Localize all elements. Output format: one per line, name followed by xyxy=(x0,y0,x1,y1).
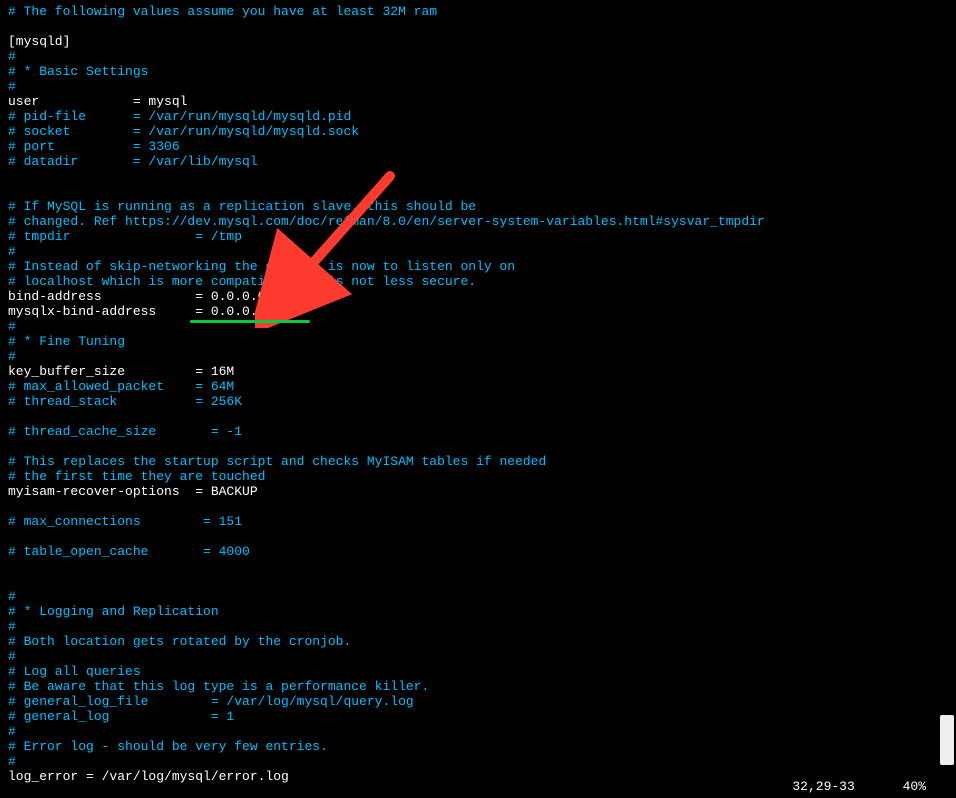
editor-line: # changed. Ref https://dev.mysql.com/doc… xyxy=(8,214,948,229)
editor-line: # * Fine Tuning xyxy=(8,334,948,349)
editor-line: myisam-recover-options = BACKUP xyxy=(8,484,948,499)
editor-line: # general_log = 1 xyxy=(8,709,948,724)
editor-line: # Be aware that this log type is a perfo… xyxy=(8,679,948,694)
text-cursor: 0 xyxy=(258,304,266,319)
editor-line: # Error log - should be very few entries… xyxy=(8,739,948,754)
editor-line: mysqlx-bind-address = 0.0.0.0 xyxy=(8,304,948,319)
editor-line xyxy=(8,499,948,514)
editor-line: # Instead of skip-networking the default… xyxy=(8,259,948,274)
editor-line: # xyxy=(8,754,948,769)
editor-line xyxy=(8,169,948,184)
editor-line: # xyxy=(8,619,948,634)
editor-line: # xyxy=(8,724,948,739)
editor-line: # socket = /var/run/mysqld/mysqld.sock xyxy=(8,124,948,139)
scroll-percent: 40% xyxy=(903,779,926,794)
vim-status-bar: 32,29-33 40% xyxy=(792,779,926,794)
editor-line: user = mysql xyxy=(8,94,948,109)
editor-line: # Both location gets rotated by the cron… xyxy=(8,634,948,649)
editor-line: # table_open_cache = 4000 xyxy=(8,544,948,559)
editor-line: # pid-file = /var/run/mysqld/mysqld.pid xyxy=(8,109,948,124)
editor-line: # xyxy=(8,319,948,334)
editor-line xyxy=(8,439,948,454)
editor-line: # * Logging and Replication xyxy=(8,604,948,619)
editor-line: [mysqld] xyxy=(8,34,948,49)
editor-line: # xyxy=(8,349,948,364)
editor-line: # xyxy=(8,244,948,259)
editor-line: # port = 3306 xyxy=(8,139,948,154)
cursor-position: 32,29-33 xyxy=(792,779,854,794)
editor-line: # max_connections = 151 xyxy=(8,514,948,529)
editor-line: # Log all queries xyxy=(8,664,948,679)
editor-line: key_buffer_size = 16M xyxy=(8,364,948,379)
editor-line xyxy=(8,559,948,574)
editor-line: # * Basic Settings xyxy=(8,64,948,79)
editor-line xyxy=(8,184,948,199)
editor-line: # xyxy=(8,79,948,94)
editor-line: # thread_cache_size = -1 xyxy=(8,424,948,439)
editor-line: # thread_stack = 256K xyxy=(8,394,948,409)
editor-line: # max_allowed_packet = 64M xyxy=(8,379,948,394)
editor-line: # the first time they are touched xyxy=(8,469,948,484)
text-editor-viewport[interactable]: # The following values assume you have a… xyxy=(0,0,956,788)
editor-line: # This replaces the startup script and c… xyxy=(8,454,948,469)
editor-line: # xyxy=(8,589,948,604)
editor-line: # localhost which is more compatible and… xyxy=(8,274,948,289)
editor-line: # datadir = /var/lib/mysql xyxy=(8,154,948,169)
editor-line: # The following values assume you have a… xyxy=(8,4,948,19)
editor-line xyxy=(8,574,948,589)
editor-line xyxy=(8,529,948,544)
editor-line xyxy=(8,19,948,34)
editor-line: # tmpdir = /tmp xyxy=(8,229,948,244)
editor-line: # xyxy=(8,49,948,64)
scrollbar-thumb[interactable] xyxy=(940,715,954,765)
editor-line: # If MySQL is running as a replication s… xyxy=(8,199,948,214)
editor-line: # general_log_file = /var/log/mysql/quer… xyxy=(8,694,948,709)
editor-line xyxy=(8,409,948,424)
editor-line: # xyxy=(8,649,948,664)
editor-line: bind-address = 0.0.0.0 xyxy=(8,289,948,304)
